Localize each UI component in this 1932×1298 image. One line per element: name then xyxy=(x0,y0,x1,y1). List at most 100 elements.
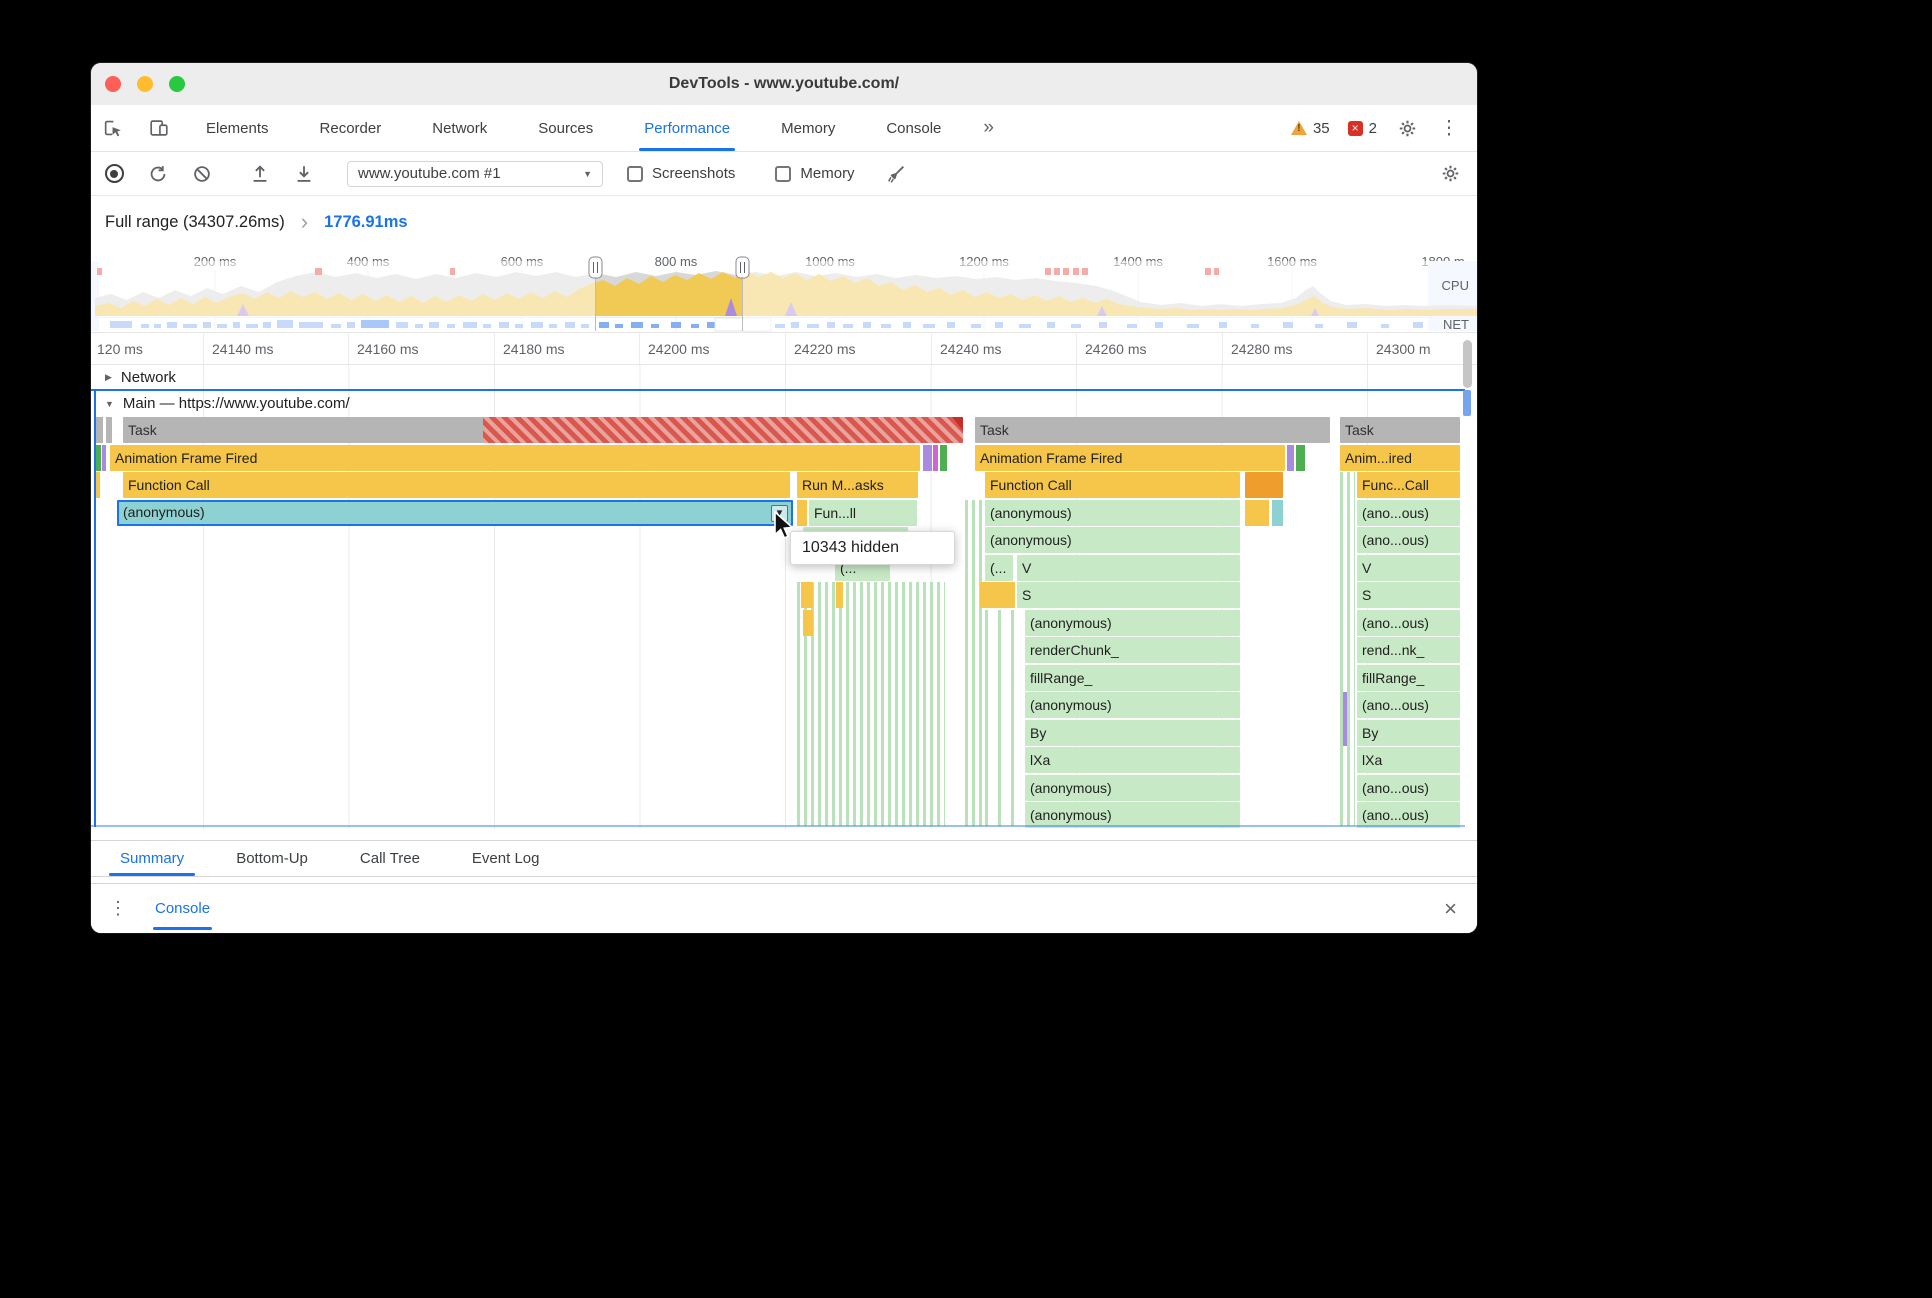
flame-event-function[interactable]: V xyxy=(1017,555,1240,581)
flame-event-function[interactable]: By xyxy=(1357,720,1460,746)
flame-event-task[interactable]: Task xyxy=(1340,417,1460,443)
flame-sliver[interactable] xyxy=(923,445,932,471)
flame-event-function[interactable]: rend...nk_ xyxy=(1357,637,1460,663)
selection-handle-left[interactable] xyxy=(588,256,603,279)
disclosure-triangle-icon[interactable]: ▼ xyxy=(105,399,114,409)
flame-sliver-task[interactable] xyxy=(95,417,103,443)
kebab-menu-icon[interactable]: ⋮ xyxy=(109,898,127,919)
warnings-indicator[interactable]: 35 xyxy=(1290,120,1330,137)
selection-handle-right[interactable] xyxy=(735,256,750,279)
main-track-header[interactable]: ▼ Main — https://www.youtube.com/ xyxy=(91,391,350,416)
flame-event-anonymous[interactable]: (anonymous) xyxy=(1025,692,1240,718)
collect-garbage-icon[interactable] xyxy=(885,163,907,185)
close-icon[interactable]: × xyxy=(1444,897,1457,920)
capture-settings-gear-icon[interactable] xyxy=(1439,163,1461,185)
flame-event-anonymous[interactable]: (ano...ous) xyxy=(1357,527,1460,553)
flame-event-anonymous[interactable]: (ano...ous) xyxy=(1357,500,1460,526)
save-profile-icon[interactable] xyxy=(293,163,315,185)
clear-icon[interactable] xyxy=(191,163,213,185)
flame-micro-frames[interactable] xyxy=(1340,472,1355,826)
tab-bottom-up[interactable]: Bottom-Up xyxy=(219,841,325,876)
flame-sliver[interactable] xyxy=(1272,500,1283,526)
timeline-overview[interactable]: 200 ms 400 ms 600 ms 800 ms 1000 ms 1200… xyxy=(91,248,1477,333)
tab-sources[interactable]: Sources xyxy=(525,105,606,151)
tab-recorder[interactable]: Recorder xyxy=(307,105,395,151)
flame-event-anonymous[interactable]: (ano...ous) xyxy=(1357,610,1460,636)
flame-event-anonymous[interactable]: (ano...ous) xyxy=(1357,775,1460,801)
flame-micro-frames[interactable] xyxy=(965,500,983,826)
flame-chart[interactable]: ▶ Network ▼ Main — https://www.youtube.c… xyxy=(91,365,1477,829)
tab-performance[interactable]: Performance xyxy=(631,105,743,151)
drawer-tab-console[interactable]: Console xyxy=(153,884,213,933)
flame-event-function[interactable]: fillRange_ xyxy=(1025,665,1240,691)
tab-elements[interactable]: Elements xyxy=(193,105,282,151)
flame-sliver[interactable] xyxy=(1343,692,1347,746)
full-range-label[interactable]: Full range (34307.26ms) xyxy=(105,213,285,232)
record-button[interactable] xyxy=(103,163,125,185)
flame-event-task[interactable]: Task xyxy=(123,417,963,443)
inspect-element-icon[interactable] xyxy=(101,116,125,140)
flame-event-function[interactable]: (... xyxy=(985,555,1013,581)
flame-event[interactable] xyxy=(980,582,1015,608)
memory-checkbox[interactable]: Memory xyxy=(775,165,855,182)
device-toolbar-icon[interactable] xyxy=(147,116,171,140)
flame-event-function-call[interactable]: Func...Call xyxy=(1357,472,1460,498)
zoom-window-button[interactable] xyxy=(169,76,185,92)
flame-event-anonymous[interactable]: (anonymous) xyxy=(1025,610,1240,636)
profile-history-select[interactable]: www.youtube.com #1 ▼ xyxy=(347,160,603,187)
checkbox-box[interactable] xyxy=(775,165,792,182)
flame-event[interactable] xyxy=(1245,500,1269,526)
flame-event-anonymous-selected[interactable]: (anonymous) ▾ xyxy=(117,500,793,526)
network-track-header[interactable]: ▶ Network xyxy=(91,365,176,389)
flame-micro-frames[interactable] xyxy=(985,610,1019,826)
flame-event[interactable] xyxy=(801,582,813,608)
reload-and-record-icon[interactable] xyxy=(147,163,169,185)
tab-summary[interactable]: Summary xyxy=(103,841,201,876)
kebab-menu-icon[interactable]: ⋮ xyxy=(1437,116,1461,140)
scrollbar-position-marker[interactable] xyxy=(1463,390,1471,416)
more-tabs-button[interactable]: » xyxy=(979,105,998,151)
flame-event[interactable] xyxy=(803,610,813,636)
flame-event-function[interactable]: lXa xyxy=(1025,747,1240,773)
tab-network[interactable]: Network xyxy=(419,105,500,151)
flame-event-function[interactable]: By xyxy=(1025,720,1240,746)
tab-event-log[interactable]: Event Log xyxy=(455,841,557,876)
flame-event-function-call[interactable]: Function Call xyxy=(123,472,790,498)
flame-event[interactable] xyxy=(1245,472,1283,498)
load-profile-icon[interactable] xyxy=(249,163,271,185)
flame-sliver[interactable] xyxy=(1287,445,1294,471)
flame-sliver[interactable] xyxy=(933,445,938,471)
disclosure-triangle-icon[interactable]: ▶ xyxy=(105,372,112,383)
flame-event-anonymous[interactable]: (anonymous) xyxy=(985,500,1240,526)
flame-event[interactable] xyxy=(836,582,843,608)
flame-event-function[interactable]: renderChunk_ xyxy=(1025,637,1240,663)
flame-event-function[interactable]: S xyxy=(1357,582,1460,608)
minimize-window-button[interactable] xyxy=(137,76,153,92)
flame-event-function[interactable]: fillRange_ xyxy=(1357,665,1460,691)
flame-event-function[interactable]: S xyxy=(1017,582,1240,608)
flame-event[interactable] xyxy=(797,500,807,526)
flame-event-function[interactable]: lXa xyxy=(1357,747,1460,773)
flame-event-animation-frame-fired[interactable]: Animation Frame Fired xyxy=(975,445,1285,471)
flame-event-anonymous[interactable]: (anonymous) xyxy=(1025,775,1240,801)
settings-gear-icon[interactable] xyxy=(1395,116,1419,140)
flame-event-animation-frame-fired[interactable]: Anim...ired xyxy=(1340,445,1460,471)
flame-event-function-call[interactable]: Function Call xyxy=(985,472,1240,498)
screenshots-checkbox[interactable]: Screenshots xyxy=(627,165,735,182)
flame-event-function[interactable]: V xyxy=(1357,555,1460,581)
checkbox-box[interactable] xyxy=(627,165,643,182)
flame-event-function[interactable]: Fun...ll xyxy=(809,500,917,526)
flame-sliver-task[interactable] xyxy=(106,417,112,443)
flame-sliver[interactable] xyxy=(940,445,947,471)
tab-console[interactable]: Console xyxy=(873,105,954,151)
close-window-button[interactable] xyxy=(105,76,121,92)
flame-event-anonymous[interactable]: (anonymous) xyxy=(985,527,1240,553)
issues-indicator[interactable]: 2 xyxy=(1347,120,1377,137)
flame-sliver[interactable] xyxy=(102,445,106,471)
flame-sliver[interactable] xyxy=(1296,445,1305,471)
tab-memory[interactable]: Memory xyxy=(768,105,848,151)
flame-event-run-microtasks[interactable]: Run M...asks xyxy=(797,472,918,498)
tab-call-tree[interactable]: Call Tree xyxy=(343,841,437,876)
vertical-scrollbar-thumb[interactable] xyxy=(1463,340,1472,388)
flame-micro-frames[interactable] xyxy=(797,582,945,826)
